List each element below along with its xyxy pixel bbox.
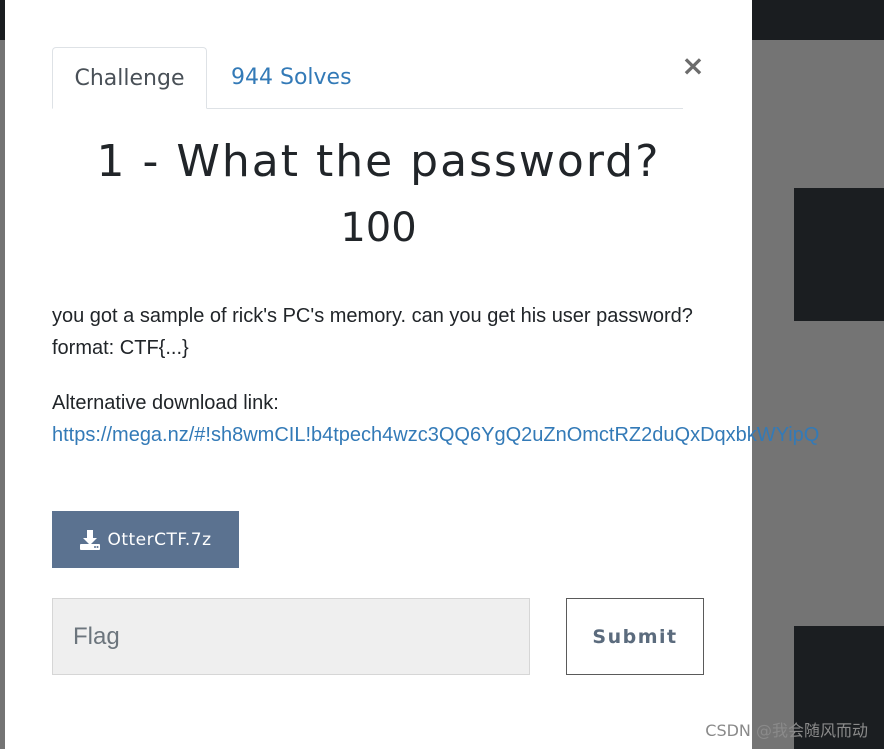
alt-download-label: Alternative download link: bbox=[52, 392, 279, 414]
alt-download-link[interactable]: https://mega.nz/#!sh8wmCIL!b4tpech4wzc3Q… bbox=[52, 419, 819, 451]
modal-tabs: Challenge 944 Solves bbox=[52, 47, 683, 109]
challenge-description: you got a sample of rick's PC's memory. … bbox=[52, 305, 693, 327]
challenge-modal: Challenge 944 Solves × 1 - What the pass… bbox=[5, 0, 819, 749]
flag-input[interactable] bbox=[52, 598, 530, 675]
challenge-points: 100 bbox=[340, 205, 417, 251]
csdn-watermark: CSDN @我会随风而动 bbox=[705, 721, 868, 740]
challenge-title: 1 - What the password? bbox=[96, 136, 661, 187]
submit-button[interactable]: Submit bbox=[566, 598, 704, 675]
download-file-button[interactable]: OtterCTF.7z bbox=[52, 511, 239, 568]
tab-challenge[interactable]: Challenge bbox=[52, 47, 207, 109]
background-challenge-card bbox=[794, 188, 884, 321]
challenge-format: format: CTF{...} bbox=[52, 337, 189, 359]
close-button[interactable]: × bbox=[681, 52, 705, 80]
download-icon bbox=[80, 529, 101, 550]
download-file-label: OtterCTF.7z bbox=[107, 529, 212, 550]
tab-solves[interactable]: 944 Solves bbox=[207, 47, 376, 108]
close-icon: × bbox=[681, 49, 705, 82]
